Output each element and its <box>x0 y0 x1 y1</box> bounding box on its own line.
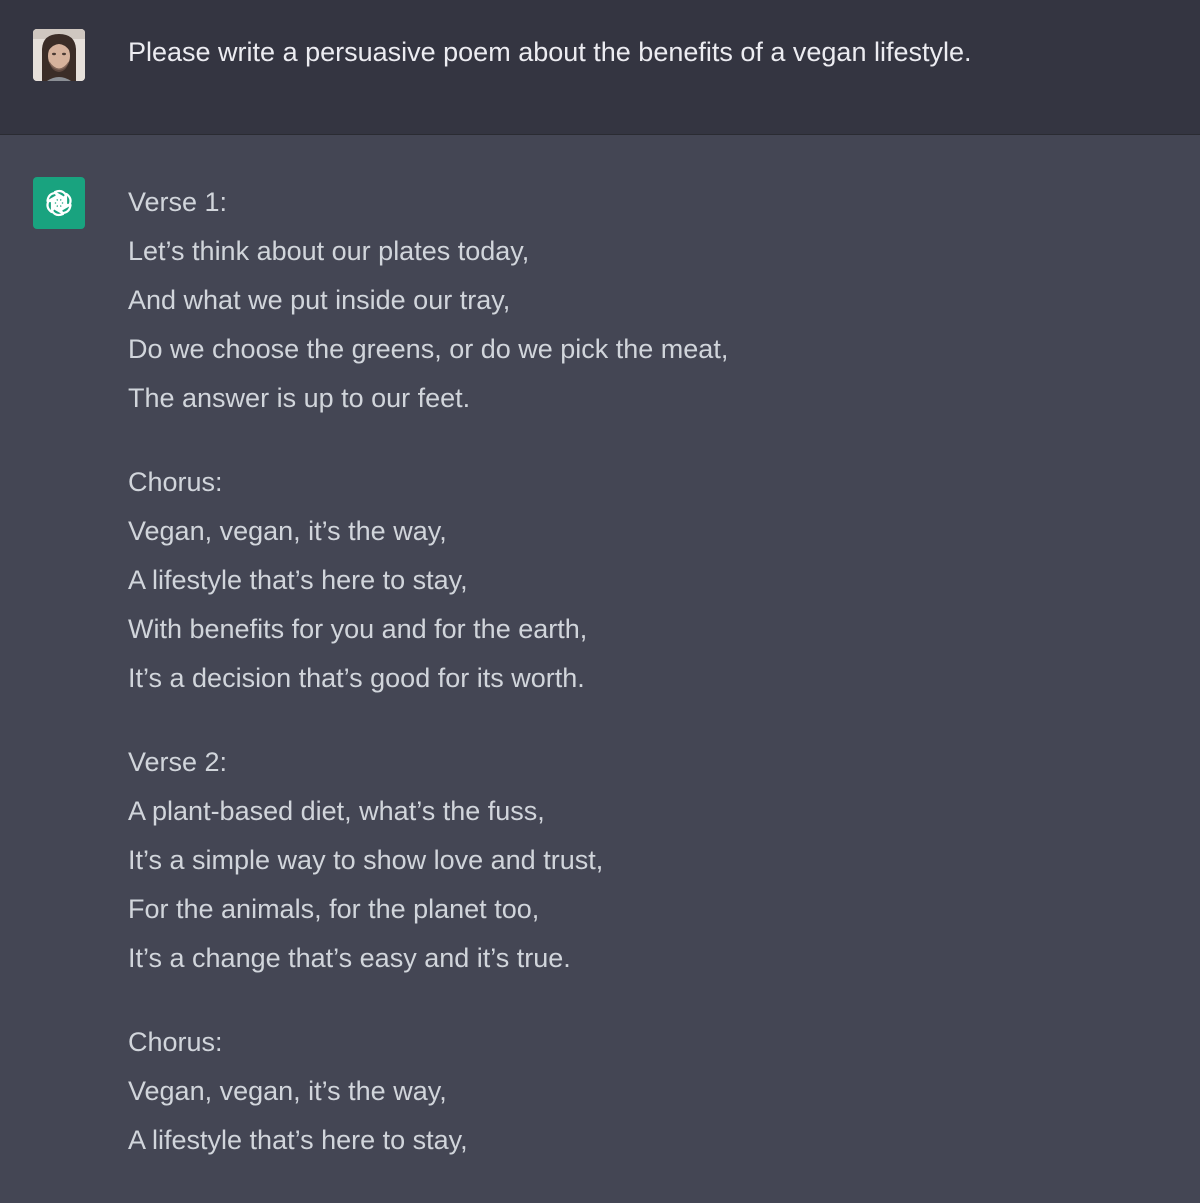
user-avatar-photo-icon <box>33 29 85 81</box>
poem-stanza: Verse 1: Let’s think about our plates to… <box>128 181 728 426</box>
poem-line: The answer is up to our feet. <box>128 383 471 413</box>
poem-stanza: Verse 2: A plant-based diet, what’s the … <box>128 741 728 986</box>
user-message-row: Please write a persuasive poem about the… <box>0 0 1200 135</box>
poem-line: It’s a decision that’s good for its wort… <box>128 663 585 693</box>
poem-line: Vegan, vegan, it’s the way, <box>128 1076 447 1106</box>
poem-line: With benefits for you and for the earth, <box>128 614 588 644</box>
assistant-avatar <box>33 177 85 229</box>
assistant-message-row: Verse 1: Let’s think about our plates to… <box>0 135 1200 1170</box>
poem-line: Vegan, vegan, it’s the way, <box>128 516 447 546</box>
openai-logo-icon <box>46 189 72 217</box>
poem-line: It’s a change that’s easy and it’s true. <box>128 943 571 973</box>
poem-stanza: Chorus: Vegan, vegan, it’s the way, A li… <box>128 1021 728 1168</box>
poem-line: For the animals, for the planet too, <box>128 894 540 924</box>
stanza-heading: Verse 1: <box>128 187 228 217</box>
stanza-heading: Verse 2: <box>128 747 228 777</box>
user-message-text: Please write a persuasive poem about the… <box>128 37 972 67</box>
stanza-heading: Chorus: <box>128 1027 223 1057</box>
poem-stanza: Chorus: Vegan, vegan, it’s the way, A li… <box>128 461 728 706</box>
poem-line: Do we choose the greens, or do we pick t… <box>128 334 729 364</box>
user-avatar <box>33 29 85 81</box>
poem-line: And what we put inside our tray, <box>128 285 511 315</box>
poem-line: Let’s think about our plates today, <box>128 236 530 266</box>
stanza-heading: Chorus: <box>128 467 223 497</box>
poem-line: It’s a simple way to show love and trust… <box>128 845 604 875</box>
assistant-message-text: Verse 1: Let’s think about our plates to… <box>128 181 728 1203</box>
poem-line: A lifestyle that’s here to stay, <box>128 1125 468 1155</box>
poem-line: A lifestyle that’s here to stay, <box>128 565 468 595</box>
poem-line: A plant-based diet, what’s the fuss, <box>128 796 545 826</box>
